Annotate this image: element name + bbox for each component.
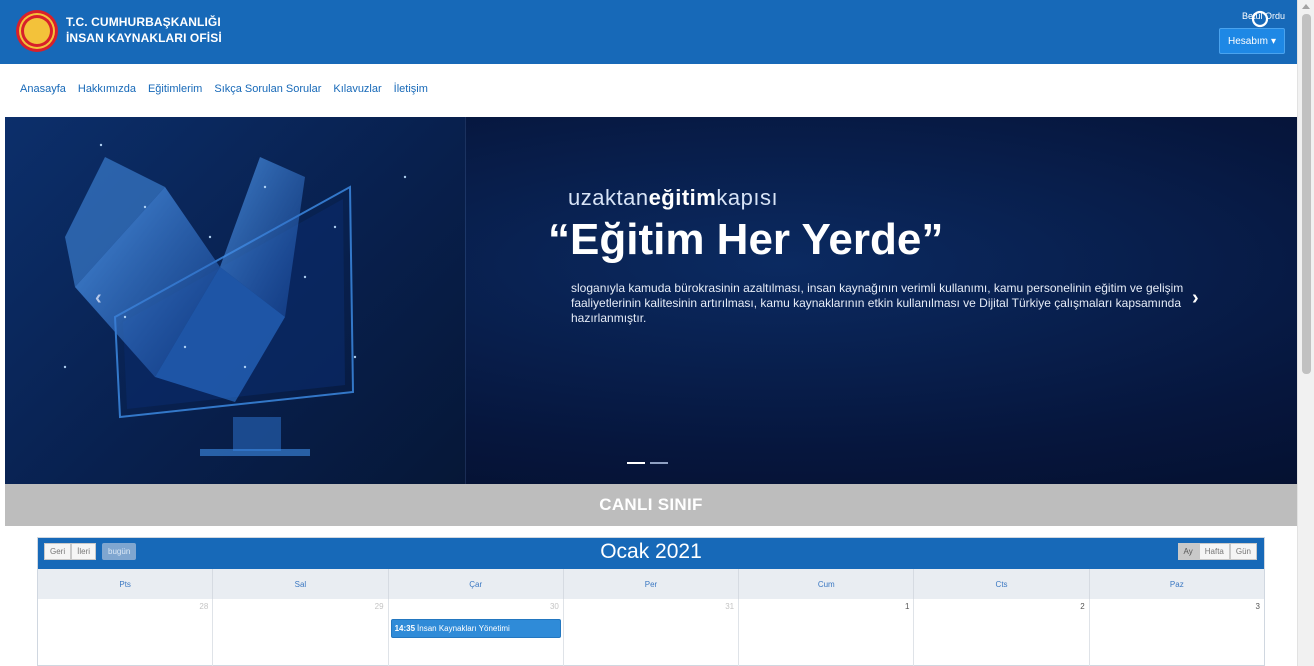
brand-line2: İNSAN KAYNAKLARI OFİSİ <box>66 31 222 45</box>
digital-book-illustration <box>63 143 407 456</box>
weekday-label: Pts <box>38 569 214 599</box>
date-number: 31 <box>725 602 735 611</box>
hero-sub-part3: kapısı <box>716 185 779 210</box>
event-title: İnsan Kaynakları Yönetimi <box>417 624 510 633</box>
hero-title: “Eğitim Her Yerde” <box>548 215 944 264</box>
user-name: Betül Ordu <box>1241 11 1285 21</box>
page-scrollbar[interactable] <box>1297 0 1314 666</box>
view-month-button[interactable]: Ay <box>1177 543 1199 560</box>
date-number: 2 <box>1080 602 1085 611</box>
calendar-week-row: 28 29 30 14:35 İnsan Kaynakları Yönetimi… <box>38 599 1264 666</box>
page: T.C. CUMHURBAŞKANLIĞI İNSAN KAYNAKLARI O… <box>0 0 1314 666</box>
calendar-event[interactable]: 14:35 İnsan Kaynakları Yönetimi <box>390 619 561 638</box>
hero-divider <box>465 117 466 484</box>
hero-carousel: uzaktaneğitimkapısı “Eğitim Her Yerde” s… <box>5 117 1297 484</box>
nav-item-my-trainings[interactable]: Eğitimlerim <box>148 83 202 95</box>
brand-title[interactable]: T.C. CUMHURBAŞKANLIĞI İNSAN KAYNAKLARI O… <box>66 14 222 46</box>
date-number: 30 <box>549 602 559 611</box>
carousel-prev-icon[interactable]: ‹ <box>95 287 102 310</box>
live-class-header: CANLI SINIF <box>5 484 1297 526</box>
nav-item-guides[interactable]: Kılavuzlar <box>333 83 381 95</box>
nav-item-faq[interactable]: Sıkça Sorulan Sorular <box>214 83 321 95</box>
hero-sub-part2: eğitim <box>648 185 717 210</box>
top-header: T.C. CUMHURBAŞKANLIĞI İNSAN KAYNAKLARI O… <box>0 0 1297 64</box>
weekday-label: Cum <box>739 569 915 599</box>
calendar-toolbar: Geri İleri bugün Ocak 2021 Ay Hafta Gün <box>38 538 1264 569</box>
calendar: Geri İleri bugün Ocak 2021 Ay Hafta Gün … <box>37 537 1265 666</box>
calendar-day-cell[interactable]: 28 <box>38 599 214 666</box>
calendar-title: Ocak 2021 <box>600 540 702 563</box>
weekday-label: Paz <box>1169 579 1184 589</box>
weekday-label: Sal <box>213 569 389 599</box>
calendar-day-cell[interactable]: 1 <box>739 599 915 666</box>
caret-down-icon: ▾ <box>1270 35 1277 47</box>
carousel-next-icon[interactable]: › <box>1192 287 1199 310</box>
view-week-button[interactable]: Hafta <box>1198 543 1230 560</box>
calendar-day-cell[interactable]: 31 <box>564 599 740 666</box>
weekday-label: Çar <box>389 569 564 599</box>
scroll-up-icon[interactable] <box>1302 4 1310 9</box>
brand-line1: T.C. CUMHURBAŞKANLIĞI <box>66 15 221 29</box>
emblem-sun-icon <box>24 18 50 44</box>
calendar-day-cell[interactable]: 2 <box>914 599 1090 666</box>
scroll-thumb[interactable] <box>1302 14 1311 374</box>
calendar-day-cell[interactable]: 3 <box>1090 599 1264 666</box>
calendar-day-cell[interactable]: 30 14:35 İnsan Kaynakları Yönetimi <box>389 599 564 666</box>
date-number: 28 <box>199 602 209 611</box>
weekday-label: Per <box>564 569 740 599</box>
hero-subtitle: uzaktaneğitimkapısı <box>568 185 778 211</box>
main-nav: Anasayfa Hakkımızda Eğitimlerim Sıkça So… <box>20 83 428 95</box>
nav-item-home[interactable]: Anasayfa <box>20 83 66 95</box>
calendar-view-group: Ay Hafta Gün <box>1177 543 1257 560</box>
event-time: 14:35 <box>394 624 416 633</box>
account-button-label: Hesabım <box>1227 35 1268 47</box>
nav-item-about[interactable]: Hakkımızda <box>78 83 136 95</box>
date-number: 3 <box>1255 602 1260 611</box>
hero-description: sloganıyla kamuda bürokrasinin azaltılma… <box>571 281 1184 325</box>
date-number: 1 <box>904 602 910 611</box>
account-dropdown-button[interactable]: Hesabım ▾ <box>1219 28 1285 54</box>
nav-item-contact[interactable]: İletişim <box>394 83 428 95</box>
carousel-indicators <box>627 462 668 464</box>
date-number: 29 <box>374 602 384 611</box>
hero-sub-part1: uzaktan <box>568 185 649 210</box>
calendar-day-cell[interactable]: 29 <box>213 599 389 666</box>
calendar-weekday-header: Pts Sal Çar Per Cum Cts Paz <box>38 569 1264 599</box>
weekday-label: Cts <box>914 569 1090 599</box>
presidency-logo[interactable] <box>16 10 58 52</box>
carousel-indicator-1[interactable] <box>627 462 645 464</box>
carousel-indicator-2[interactable] <box>650 462 668 464</box>
view-day-button[interactable]: Gün <box>1229 543 1257 560</box>
